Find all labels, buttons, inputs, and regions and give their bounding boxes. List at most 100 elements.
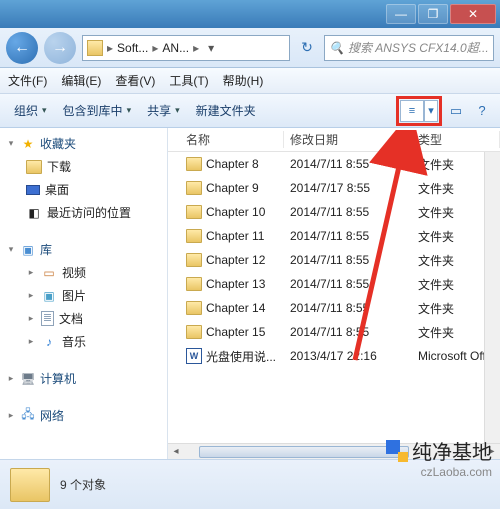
sidebar-item-pictures[interactable]: ▸ ▣ 图片 — [0, 284, 167, 307]
toolbar: 组织 包含到库中 共享 新建文件夹 ≡ ▾ ▭ ? — [0, 94, 500, 128]
file-date: 2014/7/11 8:55 — [284, 157, 412, 171]
file-pane: 名称 修改日期 类型 Chapter 82014/7/11 8:55文件夹 Cha… — [168, 128, 500, 459]
folder-icon — [186, 301, 202, 315]
sidebar-network-header[interactable]: ▸ 🖧 网络 — [0, 404, 167, 427]
close-button[interactable]: ✕ — [450, 4, 496, 24]
file-row[interactable]: Chapter 112014/7/11 8:55文件夹 — [168, 224, 500, 248]
breadcrumb-dropdown-icon[interactable]: ▾ — [203, 41, 219, 55]
file-row[interactable]: Chapter 122014/7/11 8:55文件夹 — [168, 248, 500, 272]
chevron-right-icon: ▸ — [26, 290, 36, 301]
vertical-scrollbar[interactable] — [484, 152, 500, 443]
file-row[interactable]: Chapter 132014/7/11 8:55文件夹 — [168, 272, 500, 296]
refresh-button[interactable]: ↻ — [296, 37, 318, 59]
breadcrumb-sep-icon: ▸ — [152, 41, 158, 55]
main-area: ▾ ★ 收藏夹 下载 桌面 ◧ 最近访问的位置 ▾ ▣ 库 — [0, 128, 500, 459]
file-row[interactable]: Chapter 152014/7/11 8:55文件夹 — [168, 320, 500, 344]
breadcrumb-sep-icon: ▸ — [193, 41, 199, 55]
file-date: 2014/7/11 8:55 — [284, 301, 412, 315]
sidebar-item-label: 音乐 — [62, 333, 86, 350]
column-header-type[interactable]: 类型 — [412, 131, 500, 148]
menu-file[interactable]: 文件(F) — [8, 72, 47, 89]
sidebar-computer-header[interactable]: ▸ 🖥 计算机 — [0, 367, 167, 390]
sidebar-label: 计算机 — [40, 370, 76, 387]
breadcrumb-seg[interactable]: Soft... — [117, 41, 148, 55]
chevron-down-icon: ▾ — [6, 138, 16, 149]
sidebar-item-downloads[interactable]: 下载 — [0, 155, 167, 178]
music-icon: ♪ — [41, 334, 57, 350]
menu-help[interactable]: 帮助(H) — [223, 72, 264, 89]
sidebar-item-recent[interactable]: ◧ 最近访问的位置 — [0, 201, 167, 224]
file-date: 2014/7/11 8:55 — [284, 277, 412, 291]
file-name: Chapter 12 — [206, 253, 265, 267]
folder-icon — [26, 160, 42, 174]
file-date: 2014/7/11 8:55 — [284, 325, 412, 339]
search-input[interactable]: 🔍 搜索 ANSYS CFX14.0超... — [324, 35, 494, 61]
forward-button[interactable]: → — [44, 32, 76, 64]
pictures-icon: ▣ — [41, 288, 57, 304]
file-name: Chapter 13 — [206, 277, 265, 291]
view-mode-button[interactable]: ≡ — [400, 100, 424, 122]
chevron-right-icon: ▸ — [26, 267, 36, 278]
word-icon: W — [186, 348, 202, 364]
new-folder-button[interactable]: 新建文件夹 — [188, 98, 264, 123]
chevron-right-icon: ▸ — [26, 336, 36, 347]
star-icon: ★ — [20, 136, 36, 152]
recent-icon: ◧ — [26, 205, 42, 221]
file-date: 2014/7/11 8:55 — [284, 229, 412, 243]
file-row[interactable]: Chapter 92014/7/17 8:55文件夹 — [168, 176, 500, 200]
folder-icon — [186, 157, 202, 171]
breadcrumb-seg[interactable]: AN... — [162, 41, 189, 55]
file-date: 2014/7/17 8:55 — [284, 181, 412, 195]
share-button[interactable]: 共享 — [139, 98, 188, 123]
window-titlebar: — ❐ ✕ — [0, 0, 500, 28]
sidebar-item-music[interactable]: ▸ ♪ 音乐 — [0, 330, 167, 353]
scroll-left-icon[interactable]: ◂ — [168, 444, 184, 460]
menu-tools[interactable]: 工具(T) — [169, 72, 208, 89]
file-name: Chapter 15 — [206, 325, 265, 339]
video-icon: ▭ — [41, 265, 57, 281]
sidebar-item-desktop[interactable]: 桌面 — [0, 178, 167, 201]
help-button[interactable]: ? — [470, 100, 494, 122]
file-row[interactable]: W光盘使用说...2013/4/17 22:16Microsoft Offi — [168, 344, 500, 368]
navigation-row: ← → ▸ Soft... ▸ AN... ▸ ▾ ↻ 🔍 搜索 ANSYS C… — [0, 28, 500, 68]
include-library-button[interactable]: 包含到库中 — [55, 98, 140, 123]
horizontal-scrollbar[interactable]: ◂ ▸ — [168, 443, 500, 459]
sidebar-item-documents[interactable]: ▸ 文档 — [0, 307, 167, 330]
scroll-thumb[interactable] — [199, 446, 409, 458]
breadcrumb[interactable]: ▸ Soft... ▸ AN... ▸ ▾ — [82, 35, 290, 61]
sidebar-item-label: 最近访问的位置 — [47, 204, 131, 221]
sidebar-favorites-header[interactable]: ▾ ★ 收藏夹 — [0, 132, 167, 155]
column-header-date[interactable]: 修改日期 — [284, 131, 412, 148]
sidebar: ▾ ★ 收藏夹 下载 桌面 ◧ 最近访问的位置 ▾ ▣ 库 — [0, 128, 168, 459]
minimize-button[interactable]: — — [386, 4, 416, 24]
folder-icon — [186, 205, 202, 219]
sidebar-libraries-header[interactable]: ▾ ▣ 库 — [0, 238, 167, 261]
sidebar-label: 网络 — [40, 407, 64, 424]
sidebar-label: 收藏夹 — [40, 135, 76, 152]
maximize-button[interactable]: ❐ — [418, 4, 448, 24]
library-icon: ▣ — [20, 242, 36, 258]
folder-icon — [186, 181, 202, 195]
file-row[interactable]: Chapter 82014/7/11 8:55文件夹 — [168, 152, 500, 176]
menu-view[interactable]: 查看(V) — [115, 72, 155, 89]
folder-icon — [10, 468, 50, 502]
column-header-name[interactable]: 名称 — [168, 131, 284, 148]
file-row[interactable]: Chapter 142014/7/11 8:55文件夹 — [168, 296, 500, 320]
network-icon: 🖧 — [20, 408, 36, 424]
chevron-down-icon: ▾ — [6, 244, 16, 255]
folder-icon — [87, 40, 103, 56]
file-name: Chapter 9 — [206, 181, 259, 195]
scroll-right-icon[interactable]: ▸ — [484, 444, 500, 460]
back-button[interactable]: ← — [6, 32, 38, 64]
folder-icon — [186, 325, 202, 339]
scroll-track[interactable] — [184, 445, 484, 459]
organize-button[interactable]: 组织 — [6, 98, 55, 123]
status-count: 9 个对象 — [60, 476, 106, 493]
file-row[interactable]: Chapter 102014/7/11 8:55文件夹 — [168, 200, 500, 224]
chevron-right-icon: ▸ — [26, 313, 36, 324]
menu-edit[interactable]: 编辑(E) — [61, 72, 101, 89]
sidebar-item-videos[interactable]: ▸ ▭ 视频 — [0, 261, 167, 284]
preview-pane-button[interactable]: ▭ — [444, 100, 468, 122]
view-mode-dropdown[interactable]: ▾ — [424, 100, 438, 122]
view-mode-highlight: ≡ ▾ — [396, 96, 442, 126]
